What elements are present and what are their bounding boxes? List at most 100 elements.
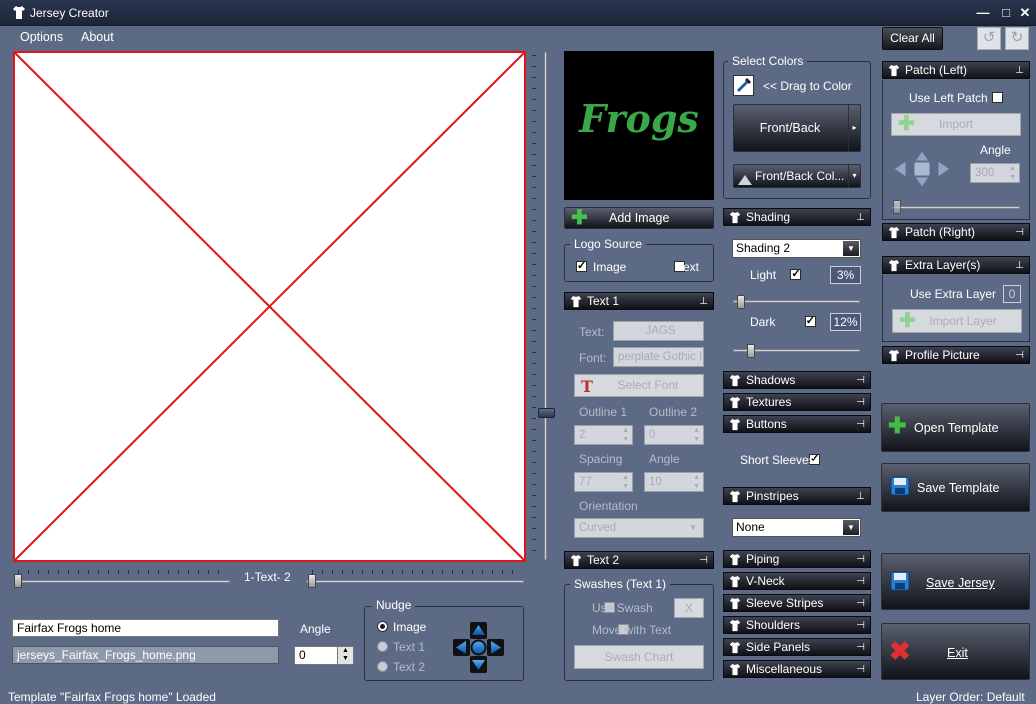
save-jersey-button[interactable]: Save Jersey xyxy=(881,553,1030,610)
front-back-button[interactable]: Front/Back ▸ xyxy=(733,104,861,152)
textures-header[interactable]: Textures ⊣ xyxy=(723,393,871,411)
clear-all-button[interactable]: Clear All xyxy=(882,27,943,50)
unpin-icon[interactable]: ⊣ xyxy=(856,574,865,590)
unpin-icon[interactable]: ⊣ xyxy=(856,596,865,612)
open-template-button[interactable]: ✚ Open Template xyxy=(881,403,1030,452)
unpin-icon[interactable]: ⊣ xyxy=(1015,225,1024,241)
vertical-slider-thumb[interactable] xyxy=(538,408,555,418)
nudge-text1-radio[interactable] xyxy=(377,641,388,652)
shading-dark-value[interactable]: 12% xyxy=(830,313,861,331)
shading-select[interactable]: Shading 2 ▼ xyxy=(732,239,861,258)
outline2-value: 0 xyxy=(649,429,656,441)
patch-left-slider[interactable] xyxy=(892,206,1020,209)
layer-slider-right-thumb[interactable] xyxy=(308,574,316,588)
minimize-button[interactable]: — xyxy=(972,4,994,22)
close-button[interactable]: ✕ xyxy=(1014,4,1036,22)
unpin-icon[interactable]: ⊣ xyxy=(699,553,708,569)
shoulders-header[interactable]: Shoulders ⊣ xyxy=(723,616,871,634)
unpin-icon[interactable]: ⊣ xyxy=(856,618,865,634)
profile-picture-header[interactable]: Profile Picture ⊣ xyxy=(882,346,1030,364)
shading-light-value[interactable]: 3% xyxy=(830,266,861,284)
outline1-stepper[interactable]: 2 ▲ ▼ xyxy=(574,425,633,445)
patch-nudge-arrows-icon[interactable] xyxy=(893,150,951,188)
extra-layers-header[interactable]: Extra Layer(s) ⊥ xyxy=(882,256,1030,274)
swash-chart-button[interactable]: Swash Chart xyxy=(574,645,704,669)
patch-left-import-button[interactable]: ✚ Import xyxy=(891,113,1021,136)
menu-options[interactable]: Options xyxy=(20,30,63,44)
text1-text-input[interactable]: JAGS xyxy=(613,321,704,341)
logo-source-image-checkbox[interactable] xyxy=(576,259,587,272)
pinstripes-select[interactable]: None ▼ xyxy=(732,518,861,537)
jersey-canvas[interactable] xyxy=(13,51,526,562)
unpin-icon[interactable]: ⊣ xyxy=(856,662,865,678)
shading-dark-checkbox[interactable] xyxy=(804,314,816,327)
nudge-arrows-icon[interactable] xyxy=(452,621,505,674)
side-panels-header[interactable]: Side Panels ⊣ xyxy=(723,638,871,656)
text2-header[interactable]: Text 2 ⊣ xyxy=(564,551,714,569)
patch-left-angle-stepper[interactable]: 300 ▲ ▼ xyxy=(970,163,1020,183)
stepper-arrows-icon[interactable]: ▲ ▼ xyxy=(337,647,353,664)
shirt-icon xyxy=(729,663,741,676)
shading-dark-slider-thumb[interactable] xyxy=(747,344,755,358)
short-sleeves-label: Short Sleeves xyxy=(740,453,815,467)
outline2-stepper[interactable]: 0 ▲ ▼ xyxy=(644,425,704,445)
pin-icon[interactable]: ⊥ xyxy=(856,210,865,226)
layer-slider-right[interactable] xyxy=(306,580,524,583)
template-name-input[interactable]: Fairfax Frogs home xyxy=(12,619,279,637)
nudge-text2-radio[interactable] xyxy=(377,661,388,672)
patch-right-header[interactable]: Patch (Right) ⊣ xyxy=(882,223,1030,241)
select-font-button[interactable]: T Select Font xyxy=(574,374,704,397)
add-image-button[interactable]: ✚ Add Image xyxy=(564,207,714,229)
text1-header[interactable]: Text 1 ⊥ xyxy=(564,292,714,310)
shadows-header[interactable]: Shadows ⊣ xyxy=(723,371,871,389)
sleeve-stripes-header[interactable]: Sleeve Stripes ⊣ xyxy=(723,594,871,612)
logo-source-image-label: Image xyxy=(593,260,627,274)
pin-icon[interactable]: ⊥ xyxy=(1015,258,1024,274)
pin-icon[interactable]: ⊥ xyxy=(699,294,708,310)
pin-icon[interactable]: ⊥ xyxy=(856,489,865,505)
text1-font-input[interactable]: perplate Gothic I xyxy=(613,347,704,367)
vneck-header[interactable]: V-Neck ⊣ xyxy=(723,572,871,590)
exit-button[interactable]: ✖ Exit xyxy=(881,623,1030,680)
layer-slider-left-thumb[interactable] xyxy=(14,574,22,588)
buttons-header[interactable]: Buttons ⊣ xyxy=(723,415,871,433)
shading-header[interactable]: Shading ⊥ xyxy=(723,208,871,226)
undo-icon[interactable]: ↺ xyxy=(977,27,1001,50)
shading-light-checkbox[interactable] xyxy=(790,267,802,280)
import-layer-button[interactable]: ✚ Import Layer xyxy=(892,309,1022,333)
patch-left-header[interactable]: Patch (Left) ⊥ xyxy=(882,61,1030,79)
patch-left-slider-thumb[interactable] xyxy=(893,200,901,214)
shirt-icon xyxy=(729,619,741,632)
layer-slider-left[interactable] xyxy=(14,580,230,583)
miscellaneous-header[interactable]: Miscellaneous ⊣ xyxy=(723,660,871,678)
pin-icon[interactable]: ⊥ xyxy=(1015,63,1024,79)
orientation-select[interactable]: Curved ▼ xyxy=(574,518,704,538)
extra-layer-count[interactable]: 0 xyxy=(1003,285,1021,303)
redo-icon[interactable]: ↻ xyxy=(1005,27,1029,50)
unpin-icon[interactable]: ⊣ xyxy=(1015,348,1024,364)
spacing-stepper[interactable]: 77 ▲ ▼ xyxy=(574,472,633,492)
front-back-color-select[interactable]: Front/Back Col... ▾ xyxy=(733,164,861,188)
shading-light-slider-thumb[interactable] xyxy=(737,295,745,309)
unpin-icon[interactable]: ⊣ xyxy=(856,640,865,656)
pinstripes-header[interactable]: Pinstripes ⊥ xyxy=(723,487,871,505)
side-panels-label: Side Panels xyxy=(746,640,811,654)
unpin-icon[interactable]: ⊣ xyxy=(856,395,865,411)
unpin-icon[interactable]: ⊣ xyxy=(856,417,865,433)
piping-header[interactable]: Piping ⊣ xyxy=(723,550,871,568)
logo-preview: Frogs xyxy=(564,51,714,200)
front-back-label: Front/Back xyxy=(759,121,821,135)
unpin-icon[interactable]: ⊣ xyxy=(856,373,865,389)
use-left-patch-checkbox[interactable] xyxy=(992,92,1004,103)
slider-ticks xyxy=(18,570,228,574)
vertical-slider-track[interactable] xyxy=(544,52,547,560)
shading-light-slider[interactable] xyxy=(733,300,860,303)
angle-stepper[interactable]: 0 ▲ ▼ xyxy=(294,646,354,665)
swash-clear-button[interactable]: X xyxy=(674,598,704,618)
text1-angle-stepper[interactable]: 10 ▲ ▼ xyxy=(644,472,704,492)
save-template-button[interactable]: Save Template xyxy=(881,463,1030,512)
nudge-image-radio[interactable] xyxy=(377,621,388,632)
unpin-icon[interactable]: ⊣ xyxy=(856,552,865,568)
eyedropper-icon[interactable] xyxy=(733,75,754,96)
menu-about[interactable]: About xyxy=(81,30,114,44)
